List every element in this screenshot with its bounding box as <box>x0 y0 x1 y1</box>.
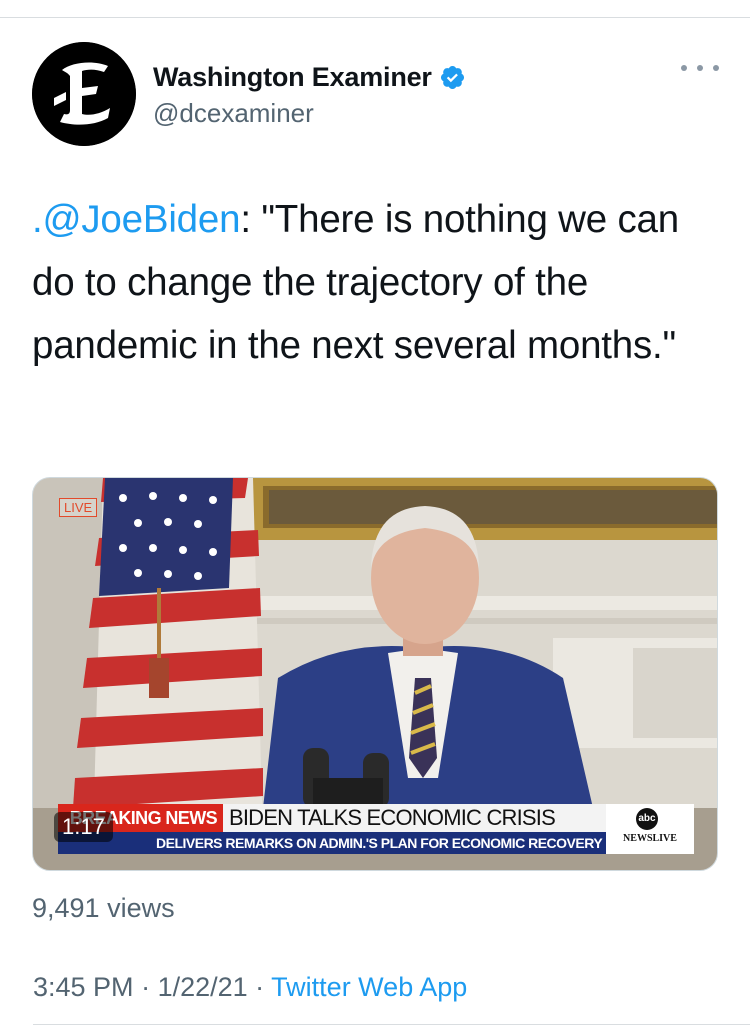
live-badge: LIVE <box>59 498 98 517</box>
source-app-link[interactable]: Twitter Web App <box>271 972 467 1002</box>
verified-badge-icon <box>439 64 466 91</box>
bottom-divider <box>33 1024 750 1025</box>
video-player[interactable]: LIVE BREAKING NEWS BIDEN TALKS ECONOMIC … <box>32 477 718 871</box>
top-divider <box>0 17 750 18</box>
mention-link[interactable]: .@JoeBiden <box>32 198 241 241</box>
dot-icon <box>697 65 703 71</box>
view-count: 9,491 views <box>32 893 175 923</box>
network-label: NEWSLIVE <box>623 833 677 844</box>
abc-logo-icon: abc <box>636 808 658 830</box>
dot-icon <box>681 65 687 71</box>
display-name[interactable]: Washington Examiner <box>153 62 432 93</box>
tweet-metadata: 3:45 PM · 1/22/21 · Twitter Web App <box>33 972 467 1003</box>
avatar[interactable] <box>32 42 136 146</box>
tweet-date[interactable]: 1/22/21 <box>158 972 248 1002</box>
separator: · <box>247 972 272 1002</box>
dot-icon <box>713 65 719 71</box>
separator: · <box>133 972 158 1002</box>
tweet-time[interactable]: 3:45 PM <box>33 972 134 1002</box>
chyron-headline: BIDEN TALKS ECONOMIC CRISIS <box>223 804 631 832</box>
handle[interactable]: @dcexaminer <box>153 98 314 129</box>
tweet-header: Washington Examiner @dcexaminer <box>32 42 722 148</box>
video-duration: 1:17 <box>54 812 113 842</box>
washington-examiner-logo-icon <box>32 42 136 146</box>
chyron-subheadline: DELIVERS REMARKS ON ADMIN.'S PLAN FOR EC… <box>58 832 606 854</box>
more-options-icon[interactable] <box>678 56 722 80</box>
tweet-text: .@JoeBiden: "There is nothing we can do … <box>32 188 712 377</box>
abc-news-live-logo: abc NEWSLIVE <box>606 804 694 854</box>
name-row: Washington Examiner <box>153 59 466 95</box>
